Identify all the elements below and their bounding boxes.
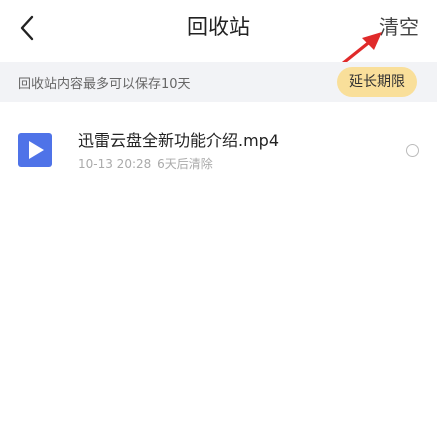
file-meta: 10-13 20:28 6天后清除 bbox=[78, 155, 215, 172]
back-button[interactable] bbox=[12, 12, 44, 44]
retention-notice-text: 回收站内容最多可以保存10天 bbox=[18, 77, 191, 92]
video-play-icon bbox=[29, 141, 44, 159]
chevron-left-icon bbox=[20, 15, 34, 41]
file-deleted-date: 10-13 20:28 bbox=[78, 157, 152, 171]
list-item[interactable]: 迅雷云盘全新功能介绍.mp4 10-13 20:28 6天后清除 bbox=[0, 118, 437, 182]
file-expiry: 6天后清除 bbox=[157, 157, 213, 171]
clear-all-button[interactable]: 清空 bbox=[379, 11, 419, 40]
select-radio[interactable] bbox=[406, 144, 419, 157]
video-file-thumbnail bbox=[18, 133, 52, 167]
top-bar: 回收站 清空 bbox=[0, 0, 437, 56]
extend-period-button[interactable]: 延长期限 bbox=[337, 67, 417, 97]
file-name: 迅雷云盘全新功能介绍.mp4 bbox=[78, 131, 280, 150]
page-title: 回收站 bbox=[187, 15, 250, 39]
retention-notice-bar: 回收站内容最多可以保存10天 延长期限 bbox=[0, 62, 437, 102]
